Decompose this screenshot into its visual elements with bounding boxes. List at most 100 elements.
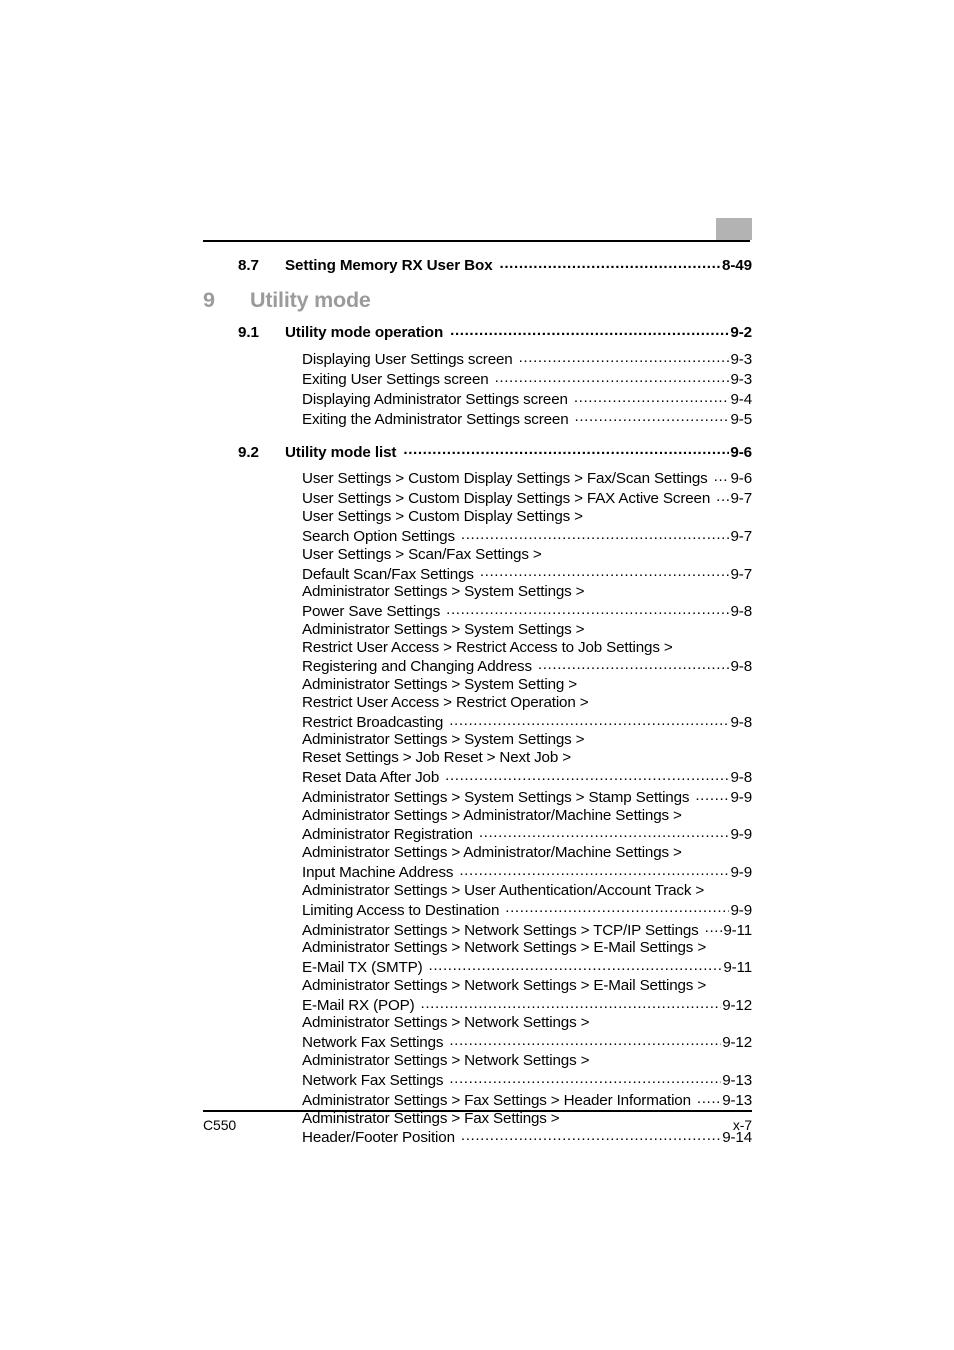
toc-subentry[interactable]: E-Mail TX (SMTP) 9-11 [203, 957, 752, 977]
toc-leader [421, 995, 722, 1010]
toc-subentry[interactable]: User Settings > Custom Display Settings … [203, 468, 752, 488]
toc-subentry-label: Administrator Settings > System Settings… [302, 788, 690, 806]
toc-page-number: 9-11 [723, 959, 752, 977]
toc-subentry-label: Search Option Settings [302, 527, 455, 545]
toc-leader [461, 526, 730, 541]
toc-entry-number: 8.7 [238, 257, 259, 275]
toc-subentry-continuation: Restrict User Access > Restrict Access t… [302, 638, 673, 656]
toc-leader [505, 899, 729, 914]
toc-section-9-2[interactable]: 9.2 Utility mode list 9-6 [203, 441, 752, 461]
toc-subentry[interactable]: Network Fax Settings 9-13 [203, 1070, 752, 1090]
chapter-number: 9 [203, 287, 215, 312]
toc-subentry[interactable]: Search Option Settings 9-7 [203, 526, 752, 546]
toc-page-number: 9-4 [730, 390, 752, 408]
toc-subentry-continuation: Administrator Settings > Network Setting… [302, 1014, 590, 1032]
toc-section-label: Utility mode operation [285, 324, 444, 342]
toc-leader [449, 712, 729, 727]
toc-subentry[interactable]: Input Machine Address 9-9 [203, 862, 752, 882]
toc-subentry[interactable]: Exiting the Administrator Settings scree… [203, 408, 752, 428]
toc-subentry-label: Exiting User Settings screen [302, 370, 489, 388]
toc-page-number: 9-9 [730, 864, 752, 882]
toc-subentry-continuation: Administrator Settings > User Authentica… [302, 881, 705, 899]
toc-page-number: 9-13 [722, 1071, 752, 1089]
toc-leader [449, 1070, 721, 1085]
toc-page-number: 9-5 [730, 410, 752, 428]
toc-subentry[interactable]: Displaying Administrator Settings screen… [203, 389, 752, 409]
toc-subentry-label: User Settings > Custom Display Settings … [302, 470, 708, 488]
toc-subentry-continuation: Administrator Settings > Network Setting… [302, 1052, 590, 1070]
toc-subentry-continuation: Administrator Settings > Network Setting… [302, 976, 707, 994]
toc-leader [575, 408, 730, 423]
toc-leader [446, 601, 729, 616]
toc-page-number: 9-7 [730, 490, 752, 508]
toc-section-9-1[interactable]: 9.1 Utility mode operation 9-2 [203, 322, 752, 342]
toc-subentry[interactable]: Administrator Settings > Fax Settings > … [203, 1090, 752, 1110]
toc-subentry-label: E-Mail TX (SMTP) [302, 959, 423, 977]
toc-leader [519, 349, 730, 364]
toc-leader [450, 322, 729, 337]
toc-page-number: 9-11 [723, 921, 752, 939]
toc-leader [445, 767, 729, 782]
toc-subentry-continuation: Administrator Settings > Administrator/M… [302, 806, 682, 824]
toc-subentry-label: Displaying User Settings screen [302, 350, 513, 368]
toc-leader [705, 919, 723, 934]
toc-subentry[interactable]: Administrator Registration 9-9 [203, 824, 752, 844]
toc-page-number: 9-7 [730, 565, 752, 583]
toc-subentry[interactable]: User Settings > Custom Display Settings … [203, 488, 752, 508]
chapter-heading: 9 Utility mode [203, 288, 752, 322]
toc-subentry-continuation: Administrator Settings > System Setting … [302, 676, 577, 694]
toc-subentry-continuation: User Settings > Scan/Fax Settings > [302, 545, 542, 563]
chapter-title: Utility mode [250, 287, 371, 312]
toc-subentry[interactable]: Default Scan/Fax Settings 9-7 [203, 563, 752, 583]
toc-page-number: 9-9 [730, 901, 752, 919]
toc-page: 8.7 Setting Memory RX User Box 8-49 9 Ut… [0, 0, 954, 1350]
toc-leader [429, 957, 723, 972]
toc-leader [695, 787, 729, 802]
toc-leader [500, 255, 721, 270]
toc-subentry-label: Exiting the Administrator Settings scree… [302, 410, 569, 428]
toc-subentry[interactable]: Limiting Access to Destination 9-9 [203, 899, 752, 919]
toc-subentry-label: Network Fax Settings [302, 1071, 444, 1089]
toc-page-number: 9-6 [730, 470, 752, 488]
toc-page-number: 9-3 [730, 370, 752, 388]
toc-leader [714, 468, 730, 483]
toc-subentry[interactable]: Registering and Changing Address 9-8 [203, 656, 752, 676]
toc-subentry[interactable]: Exiting User Settings screen 9-3 [203, 369, 752, 389]
toc-subentry[interactable]: Administrator Settings > Network Setting… [203, 919, 752, 939]
toc-section-number: 9.1 [238, 324, 259, 342]
toc-page-number: 9-7 [730, 527, 752, 545]
toc-subentry-label: Administrator Registration [302, 826, 473, 844]
toc-page-number: 9-12 [722, 996, 752, 1014]
toc-subentry-continuation: Administrator Settings > System Settings… [302, 620, 585, 638]
toc-page-number: 9-6 [730, 443, 752, 461]
toc-subentry-continuation: Administrator Settings > Administrator/M… [302, 844, 682, 862]
toc-leader [403, 441, 729, 456]
toc-page-number: 9-13 [722, 1091, 752, 1109]
header-rule [203, 240, 750, 242]
toc-subentry[interactable]: Power Save Settings 9-8 [203, 601, 752, 621]
toc-subentry[interactable]: Reset Data After Job 9-8 [203, 767, 752, 787]
toc-subentry-label: User Settings > Custom Display Settings … [302, 490, 711, 508]
toc-subentry-label: Input Machine Address [302, 864, 454, 882]
toc-subentry[interactable]: Network Fax Settings 9-12 [203, 1032, 752, 1052]
toc-leader [574, 389, 730, 404]
toc-subentry[interactable]: Administrator Settings > System Settings… [203, 787, 752, 807]
toc-subentry-label: Default Scan/Fax Settings [302, 565, 474, 583]
toc-page-number: 9-8 [730, 603, 752, 621]
toc-entry-label: Setting Memory RX User Box [285, 257, 493, 275]
toc-page-number: 9-12 [722, 1034, 752, 1052]
toc-page-number: 8-49 [722, 257, 752, 275]
toc-subentry[interactable]: Restrict Broadcasting 9-8 [203, 712, 752, 732]
chapter-thumb-tab [716, 218, 752, 240]
toc-subentry-continuation: Reset Settings > Job Reset > Next Job > [302, 749, 571, 767]
toc-entry-8-7[interactable]: 8.7 Setting Memory RX User Box 8-49 [203, 255, 752, 275]
toc-subentry[interactable]: E-Mail RX (POP) 9-12 [203, 995, 752, 1015]
toc-subentry-label: Registering and Changing Address [302, 658, 532, 676]
toc-subentry-label: Displaying Administrator Settings screen [302, 390, 568, 408]
toc-leader [716, 488, 729, 503]
toc-subentry[interactable]: Displaying User Settings screen 9-3 [203, 349, 752, 369]
